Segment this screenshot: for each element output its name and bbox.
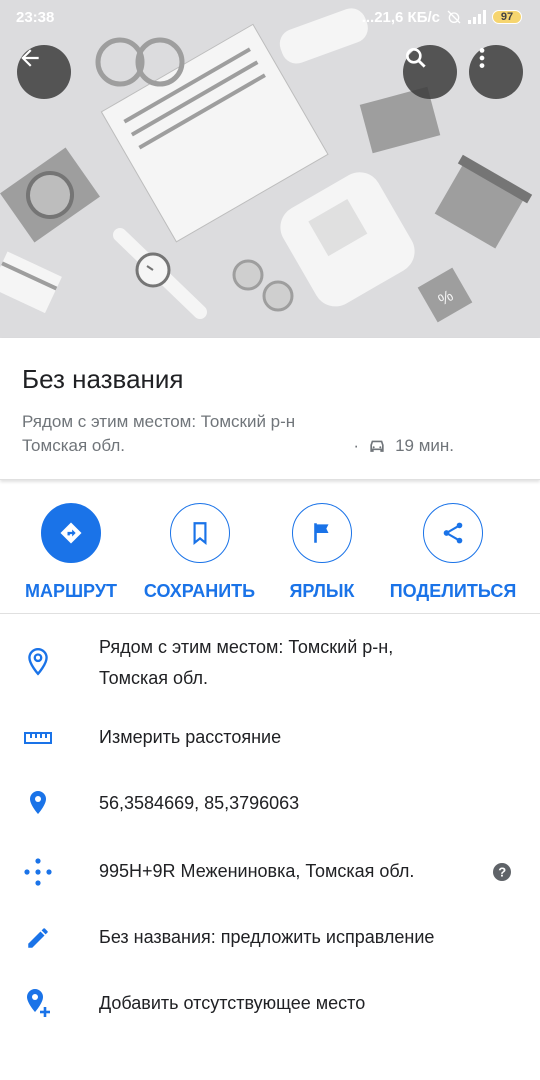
plus-code-row[interactable]: 995H+9R Межениновка, Томская обл. ?	[0, 856, 540, 892]
flag-icon	[314, 523, 329, 543]
search-icon	[406, 48, 426, 68]
share-button[interactable]: ПОДЕЛИТЬСЯ	[387, 503, 519, 602]
suggest-edit-text: Без названия: предложить исправление	[99, 927, 435, 947]
bookmark-icon	[193, 522, 206, 546]
share-icon	[443, 522, 463, 544]
edit-pencil-icon	[22, 922, 54, 954]
illustration: %	[0, 8, 533, 323]
address-line1: Рядом с этим местом: Томский р-н,	[99, 637, 394, 657]
place-title: Без названия	[22, 364, 184, 394]
add-place-row[interactable]: Добавить отсутствующее место	[0, 988, 540, 1026]
label-label: ЯРЛЫК	[289, 581, 355, 601]
coordinates-row[interactable]: 56,3584669, 85,3796063	[0, 790, 540, 826]
label-circle[interactable]	[292, 503, 352, 563]
place-hero-image: %	[0, 0, 540, 338]
back-button[interactable]	[17, 45, 71, 99]
add-place-text: Добавить отсутствующее место	[99, 993, 366, 1013]
directions-label: МАРШРУТ	[24, 581, 118, 601]
svg-text:?: ?	[498, 865, 506, 880]
action-bar: МАРШРУТ СОХРАНИТЬ ЯРЛЫК ПОДЕЛИТЬСЯ	[0, 481, 540, 614]
save-label: СОХРАНИТЬ	[143, 581, 256, 601]
directions-button[interactable]: МАРШРУТ	[22, 503, 120, 602]
suggest-edit-row[interactable]: Без названия: предложить исправление	[0, 924, 540, 960]
place-header: Без названия Рядом с этим местом: Томски…	[0, 338, 540, 480]
separator-dot: ·	[353, 436, 360, 455]
measure-distance-row[interactable]: Измерить расстояние	[0, 724, 540, 760]
add-location-icon	[22, 988, 54, 1020]
alarm-off-icon	[447, 10, 461, 24]
travel-time-value: 19 мин.	[395, 436, 454, 455]
directions-icon	[60, 522, 82, 544]
battery-icon: 97	[492, 10, 522, 24]
status-time: 23:38	[16, 8, 55, 26]
measure-distance-text: Измерить расстояние	[99, 727, 282, 747]
search-button[interactable]	[403, 45, 457, 99]
label-button[interactable]: ЯРЛЫК	[284, 503, 360, 602]
place-subtitle-region: Томская обл.	[22, 436, 125, 455]
coordinates-text: 56,3584669, 85,3796063	[99, 793, 300, 813]
address-line2: Томская обл.	[99, 668, 209, 688]
ruler-icon	[22, 722, 54, 754]
location-outline-icon	[22, 646, 54, 678]
travel-time[interactable]: · 19 мин.	[353, 436, 454, 456]
arrow-back-icon	[21, 49, 39, 67]
car-icon	[370, 440, 384, 452]
directions-circle[interactable]	[41, 503, 101, 563]
share-label: ПОДЕЛИТЬСЯ	[389, 581, 517, 601]
save-circle[interactable]	[169, 503, 230, 563]
help-icon[interactable]: ?	[492, 862, 512, 887]
more-options-button[interactable]	[469, 45, 523, 99]
save-button[interactable]: СОХРАНИТЬ	[140, 503, 259, 602]
address-text: Рядом с этим местом: Томский р-н, Томска…	[99, 632, 393, 694]
plus-code-text: 995H+9R Межениновка, Томская обл.	[99, 861, 415, 881]
plus-code-icon	[22, 856, 54, 888]
network-speed: ...21,6 КБ/с	[361, 8, 440, 26]
address-row[interactable]: Рядом с этим местом: Томский р-н, Томска…	[0, 632, 540, 698]
more-vert-icon	[479, 48, 485, 68]
status-bar: 23:38 ...21,6 КБ/с 97	[0, 0, 540, 34]
location-pin-icon	[22, 787, 54, 819]
place-subtitle: Рядом с этим местом: Томский р-н	[22, 412, 296, 431]
signal-icon	[468, 10, 486, 24]
share-circle[interactable]	[423, 503, 483, 563]
